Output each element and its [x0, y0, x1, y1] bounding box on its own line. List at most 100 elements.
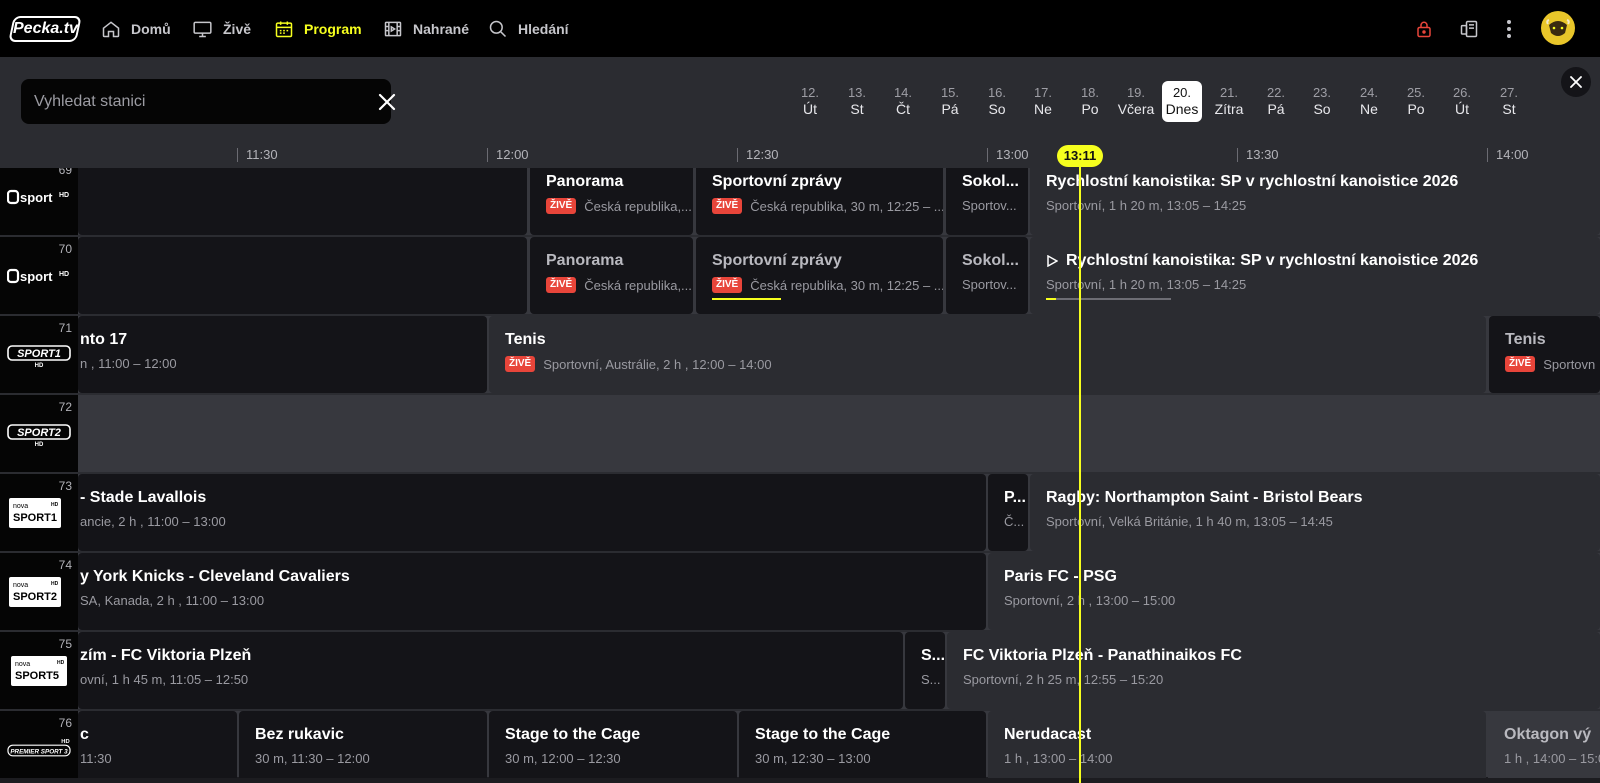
program-block-current[interactable]: Rychlostní kanoistika: SP v rychlostní k…	[1030, 237, 1600, 314]
avatar[interactable]	[1541, 11, 1575, 45]
program-block[interactable]: nto 17 n , 11:00 – 12:00	[78, 316, 487, 393]
program-block-current[interactable]: FC Viktoria Plzeň - Panathinaikos FC Spo…	[947, 632, 1600, 709]
close-button[interactable]	[1561, 67, 1591, 97]
program-block[interactable]: Sportovní zprávy ŽIVĚ Česká republika, 30…	[696, 237, 943, 314]
date-item[interactable]: 14. Čt	[883, 81, 923, 122]
program-block[interactable]: zím - FC Viktoria Plzeň ovní, 1 h 45 m, …	[78, 632, 903, 709]
program-block[interactable]: c 11:30	[78, 711, 237, 778]
program-block-current[interactable]: Ragby: Northampton Saint - Bristol Bears…	[1030, 474, 1600, 551]
date-item[interactable]: 15. Pá	[930, 81, 970, 122]
nav-label: Program	[304, 21, 362, 37]
parental-lock-button[interactable]	[1412, 17, 1436, 41]
date-item[interactable]: 17. Ne	[1023, 81, 1063, 122]
date-weekday: Po	[1081, 101, 1099, 117]
program-meta: ovní, 1 h 45 m, 11:05 – 12:50	[80, 672, 248, 687]
live-badge: ŽIVĚ	[712, 198, 743, 214]
program-block-current[interactable]: Rychlostní kanoistika: SP v rychlostní k…	[1030, 168, 1600, 235]
channel-row: 75 nova SPORT5 HD zím - FC Viktoria Plzeň …	[0, 632, 1600, 709]
channel-cell[interactable]: 71 SPORT1 HD	[0, 316, 78, 393]
station-search	[21, 79, 396, 124]
program-meta: 1 h , 14:00 – 15:00	[1504, 751, 1600, 766]
channel-row: 70 sport HD Panorama ŽIVĚ Česká republika,…	[0, 237, 1600, 314]
nav-live[interactable]: Živě	[192, 17, 251, 41]
date-item-today[interactable]: 20. Dnes	[1162, 81, 1202, 122]
station-search-input[interactable]	[21, 79, 341, 124]
program-title: Ragby: Northampton Saint - Bristol Bears	[1046, 489, 1363, 506]
clear-search-icon[interactable]	[377, 92, 397, 112]
more-menu-button[interactable]	[1497, 17, 1521, 41]
date-weekday: Út	[1455, 101, 1469, 117]
date-item[interactable]: 22. Pá	[1256, 81, 1296, 122]
tv-icon	[193, 21, 212, 38]
program-block[interactable]: Tenis ŽIVĚ Sportovn	[1489, 316, 1600, 393]
devices-button[interactable]	[1457, 17, 1481, 41]
program-block[interactable]: S... S...	[905, 632, 945, 709]
channel-logo-text: sport	[20, 269, 53, 284]
program-title: Sokol...	[962, 173, 1019, 190]
channel-logo-suffix: HD	[57, 660, 65, 666]
program-meta: 30 m, 12:30 – 13:00	[755, 751, 871, 766]
nav-label: Domů	[131, 21, 171, 37]
date-day: 15.	[940, 85, 960, 100]
program-meta: 11:30	[80, 751, 112, 766]
nav-home[interactable]: Domů	[101, 17, 171, 41]
program-meta-text: SA, Kanada, 2 h , 11:00 – 13:00	[80, 593, 265, 608]
program-meta: ŽIVĚ Česká republika, 30 m, 12:25 – ...	[712, 198, 943, 214]
program-block[interactable]: Panorama ŽIVĚ Česká republika,...	[530, 237, 693, 314]
date-day: 17.	[1033, 85, 1053, 100]
channel-logo-brand: nova	[15, 661, 30, 668]
date-item[interactable]: 27. St	[1489, 81, 1529, 122]
program-meta-text: Sportovní, 1 h 20 m, 13:05 – 14:25	[1046, 198, 1247, 213]
channel-cell[interactable]: 73 nova SPORT1 HD	[0, 474, 78, 551]
channel-number: 69	[58, 168, 72, 177]
program-title: Sokol...	[962, 252, 1019, 269]
program-block-current[interactable]: Nerudacast 1 h , 13:00 – 14:00	[988, 711, 1486, 778]
program-meta: Sportov...	[962, 198, 1017, 213]
channel-cell[interactable]: 69 sport HD	[0, 168, 78, 235]
program-block[interactable]	[78, 168, 527, 235]
channel-cell[interactable]: 72 SPORT2 HD	[0, 395, 78, 472]
date-item[interactable]: 26. Út	[1442, 81, 1482, 122]
program-meta: Sportovní, Velká Británie, 1 h 40 m, 13:…	[1046, 514, 1333, 529]
program-block[interactable]	[78, 237, 527, 314]
program-block[interactable]: Stage to the Cage 30 m, 12:00 – 12:30	[489, 711, 737, 778]
date-item[interactable]: 19. Včera	[1114, 81, 1158, 122]
now-time-badge: 13:11	[1057, 145, 1103, 167]
channel-cell[interactable]: 76 PREMIER SPORT 3 HD	[0, 711, 78, 778]
nav-recorded[interactable]: Nahrané	[383, 17, 469, 41]
program-block[interactable]: Bez rukavic 30 m, 11:30 – 12:00	[239, 711, 487, 778]
program-block[interactable]: P... Č...	[988, 474, 1028, 551]
date-item[interactable]: 25. Po	[1396, 81, 1436, 122]
program-block[interactable]: y York Knicks - Cleveland Cavaliers SA, …	[78, 553, 986, 630]
program-block[interactable]: Oktagon vý 1 h , 14:00 – 15:00	[1488, 711, 1600, 778]
program-block[interactable]: Panorama ŽIVĚ Česká republika,...	[530, 168, 693, 235]
date-item[interactable]: 23. So	[1302, 81, 1342, 122]
close-icon	[1570, 76, 1582, 88]
date-item[interactable]: 24. Ne	[1349, 81, 1389, 122]
program-block[interactable]: Sokol... Sportov...	[946, 168, 1028, 235]
date-item[interactable]: 18. Po	[1070, 81, 1110, 122]
program-block[interactable]: Sokol... Sportov...	[946, 237, 1028, 314]
program-title: Stage to the Cage	[755, 726, 891, 743]
channel-number: 71	[58, 321, 72, 335]
date-item[interactable]: 21. Zítra	[1209, 81, 1249, 122]
channel-logo-suffix: HD	[59, 271, 69, 278]
date-item[interactable]: 13. St	[837, 81, 877, 122]
nav-label: Živě	[223, 21, 252, 37]
nav-program[interactable]: Program	[274, 17, 362, 41]
channel-cell[interactable]: 75 nova SPORT5 HD	[0, 632, 78, 709]
pecka-logo[interactable]: Pecka.tv	[8, 16, 82, 42]
date-item[interactable]: 12. Út	[790, 81, 830, 122]
channel-logo-brand: nova	[13, 503, 28, 510]
date-item[interactable]: 16. So	[977, 81, 1017, 122]
channel-logo-text: PREMIER SPORT 3	[10, 748, 68, 755]
program-block[interactable]: - Stade Lavallois ancie, 2 h , 11:00 – 1…	[78, 474, 986, 551]
nova-sport1-logo: nova SPORT1 HD	[9, 498, 61, 528]
channel-cell[interactable]: 74 nova SPORT2 HD	[0, 553, 78, 630]
channel-cell[interactable]: 70 sport HD	[0, 237, 78, 314]
program-title: Sportovní zprávy	[712, 252, 842, 269]
program-block-current[interactable]: Tenis ŽIVĚ Sportovní, Austrálie, 2 h , 12…	[489, 316, 1486, 393]
program-block[interactable]: Stage to the Cage 30 m, 12:30 – 13:00	[739, 711, 986, 778]
program-block[interactable]: Sportovní zprávy ŽIVĚ Česká republika, 30…	[696, 168, 943, 235]
nav-search[interactable]: Hledání	[488, 17, 569, 41]
